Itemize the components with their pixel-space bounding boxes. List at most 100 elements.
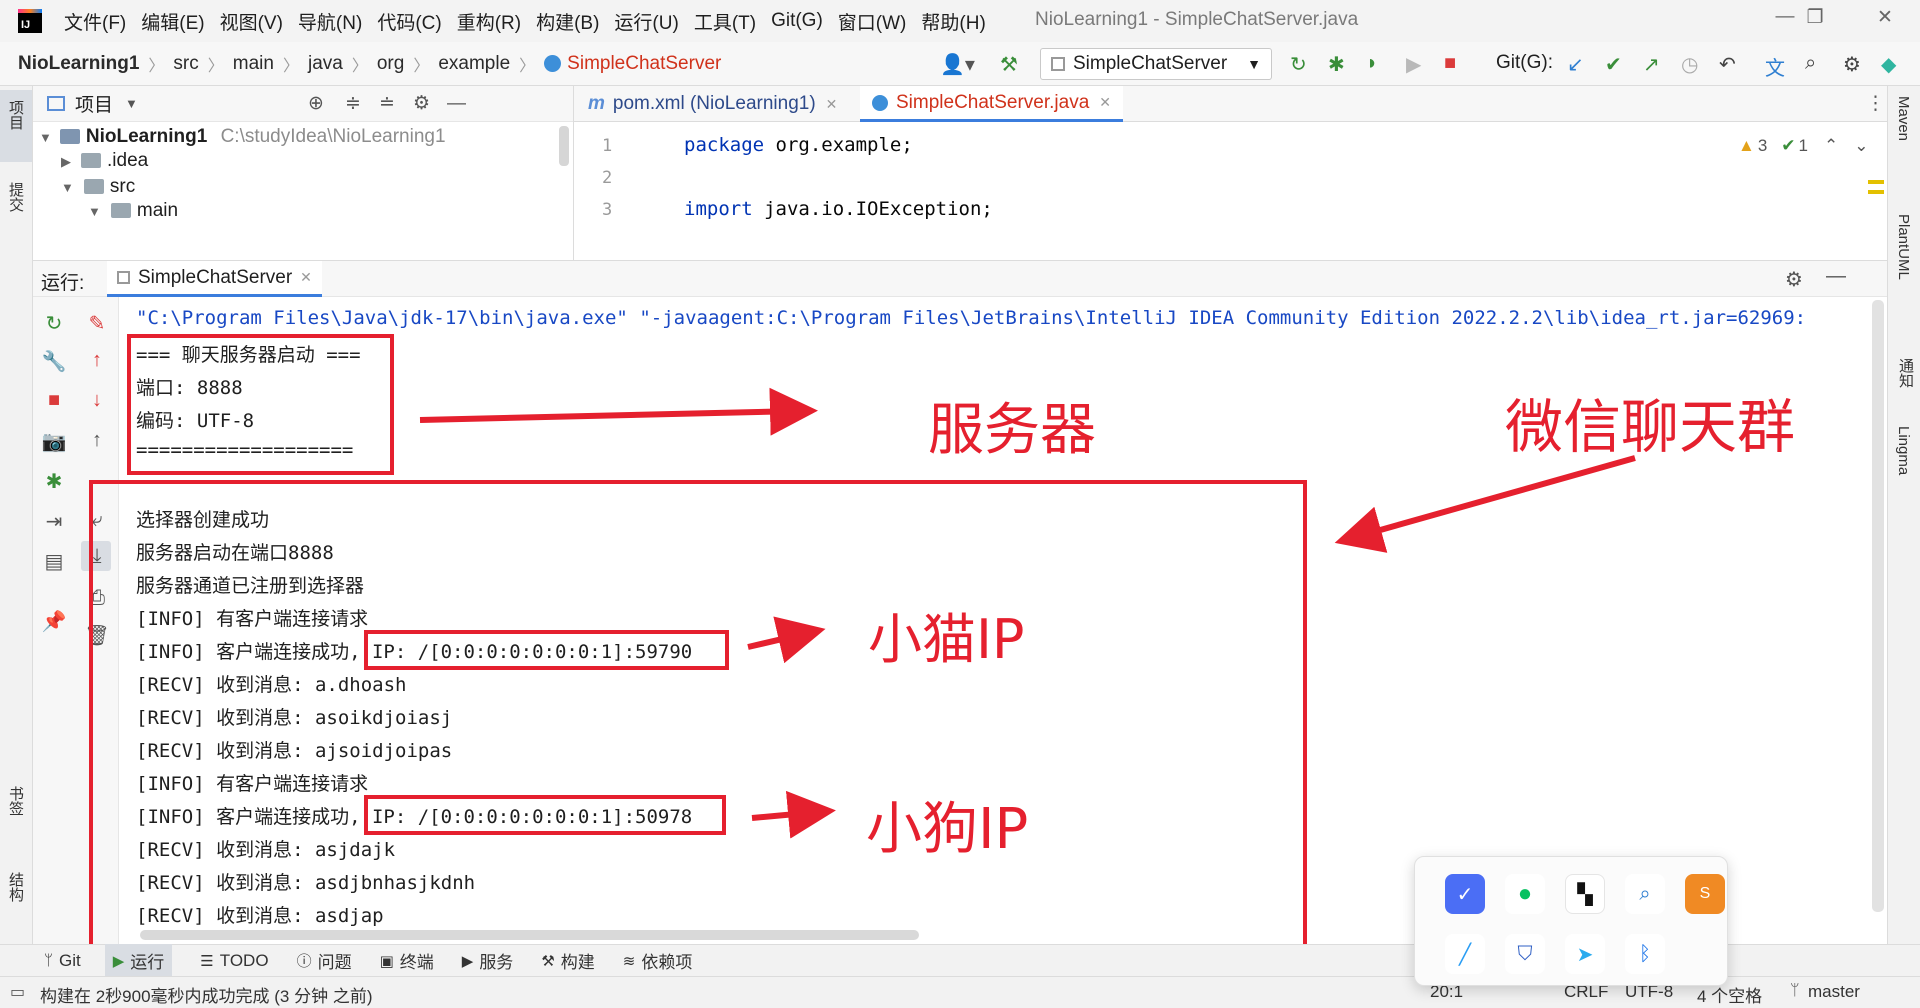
rerun-icon[interactable]: ↻ xyxy=(1290,52,1307,77)
tree-item-root[interactable]: ▼ NioLearning1 C:\studyIdea\NioLearning1 xyxy=(39,126,446,148)
debug-icon[interactable]: ✱ xyxy=(39,469,69,494)
sublime-icon[interactable]: S xyxy=(1685,874,1725,914)
breadcrumb-project[interactable]: NioLearning1 xyxy=(18,53,139,75)
wrench-icon[interactable]: 🔧 xyxy=(39,349,69,374)
menu-git[interactable]: Git(G) xyxy=(771,10,823,32)
close-icon[interactable]: ✕ xyxy=(1099,94,1111,111)
stop-icon[interactable]: ■ xyxy=(39,389,69,412)
git-push-icon[interactable]: ↗ xyxy=(1643,52,1660,77)
history-icon[interactable]: ◷ xyxy=(1681,52,1698,77)
menu-file[interactable]: 文件(F) xyxy=(64,8,126,35)
menu-run[interactable]: 运行(U) xyxy=(614,8,678,35)
arrow-down-icon[interactable]: ↓ xyxy=(82,389,112,412)
restore-icon[interactable]: ❐ xyxy=(1790,6,1840,36)
collapse-all-icon[interactable]: ≐ xyxy=(379,92,395,115)
git-update-icon[interactable]: ↙ xyxy=(1567,52,1584,77)
chevron-down-icon[interactable]: ⌄ xyxy=(1854,136,1868,156)
breadcrumb-main[interactable]: main xyxy=(233,53,274,75)
search-app-icon[interactable]: ⌕ xyxy=(1625,874,1665,914)
tab-terminal[interactable]: ▣ 终端 xyxy=(380,948,434,973)
inspection-widget[interactable]: ▲ 3 ✔ 1 ⌃ ⌄ xyxy=(1738,136,1869,156)
chevron-down-icon[interactable]: ▼ xyxy=(125,96,138,111)
telegram-icon[interactable]: ➤ xyxy=(1565,934,1605,974)
menu-view[interactable]: 视图(V) xyxy=(220,8,283,35)
todo-app-icon[interactable]: ✓ xyxy=(1445,874,1485,914)
chevron-up-icon[interactable]: ⌃ xyxy=(1824,136,1838,156)
run-config-selector[interactable]: SimpleChatServer ▼ xyxy=(1040,48,1272,80)
settings-gear-icon[interactable]: ⚙ xyxy=(413,92,430,115)
menu-code[interactable]: 代码(C) xyxy=(377,8,441,35)
run-icon[interactable]: ▶ xyxy=(1406,52,1421,77)
commit-tool-label[interactable]: 提交 xyxy=(5,182,26,212)
lingma-tool-label[interactable]: Lingma xyxy=(1895,426,1912,475)
camera-icon[interactable]: 📷 xyxy=(39,429,69,454)
hide-icon[interactable]: — xyxy=(447,93,466,115)
git-branch[interactable]: master xyxy=(1808,982,1860,1002)
stop-icon[interactable]: ■ xyxy=(1444,52,1456,75)
tab-dependencies[interactable]: ≋ 依赖项 xyxy=(623,948,693,973)
tab-simplechatserver[interactable]: SimpleChatServer.java ✕ xyxy=(860,86,1123,122)
tree-item-idea[interactable]: ▶ .idea xyxy=(61,150,148,172)
pen-app-icon[interactable]: ╱ xyxy=(1445,934,1485,974)
tree-item-src[interactable]: ▼ src xyxy=(61,176,135,198)
code-line-1[interactable]: package org.example; xyxy=(684,134,913,156)
structure-tool-label[interactable]: 结构 xyxy=(5,872,26,902)
plantuml-tool-label[interactable]: PlantUML xyxy=(1895,214,1912,280)
bookmarks-tool-label[interactable]: 书签 xyxy=(5,786,26,816)
rollback-icon[interactable]: ↶ xyxy=(1719,52,1736,77)
arrow-up-icon[interactable]: ↑ xyxy=(82,429,112,452)
hide-icon[interactable]: — xyxy=(1826,265,1846,288)
git-commit-icon[interactable]: ✔ xyxy=(1605,52,1622,77)
settings-gear-icon[interactable]: ⚙ xyxy=(1785,267,1803,292)
close-icon[interactable]: ✕ xyxy=(300,269,312,286)
more-options-icon[interactable]: ⋮ xyxy=(1866,92,1885,115)
menu-tools[interactable]: 工具(T) xyxy=(694,8,756,35)
console-scrollbar[interactable] xyxy=(1872,300,1884,912)
menu-refactor[interactable]: 重构(R) xyxy=(457,8,521,35)
search-icon[interactable]: ⌕ xyxy=(1805,52,1816,75)
code-line-3[interactable]: import java.io.IOException; xyxy=(684,198,993,220)
tab-services[interactable]: ▶ 服务 xyxy=(462,948,514,973)
project-scrollbar[interactable] xyxy=(559,126,569,166)
layout-icon[interactable]: ▤ xyxy=(39,549,69,574)
tab-run[interactable]: ▶ 运行 xyxy=(104,944,173,977)
menu-window[interactable]: 窗口(W) xyxy=(838,8,907,35)
tab-todo[interactable]: ☰ TODO xyxy=(200,951,268,971)
bluetooth-icon[interactable]: ᛒ xyxy=(1625,934,1665,974)
coverage-icon[interactable]: ◗ xyxy=(1366,52,1378,75)
app-grid-icon[interactable]: ▚ xyxy=(1565,874,1605,914)
tree-item-main[interactable]: ▼ main xyxy=(88,200,178,222)
tab-build[interactable]: ⚒ 构建 xyxy=(541,948,594,973)
exit-icon[interactable]: ⇥ xyxy=(39,509,69,534)
rerun-icon[interactable]: ↻ xyxy=(39,311,69,336)
plugin-icon[interactable]: ◆ xyxy=(1881,52,1896,77)
menu-build[interactable]: 构建(B) xyxy=(536,8,599,35)
tab-git[interactable]: ᛘ Git xyxy=(44,951,81,971)
wechat-icon[interactable]: ● xyxy=(1505,874,1545,914)
debug-icon[interactable]: ✱ xyxy=(1328,52,1345,77)
close-icon[interactable]: ✕ xyxy=(1860,6,1910,36)
translate-icon[interactable]: 文 xyxy=(1765,52,1785,81)
status-layout-icon[interactable]: ▭ xyxy=(10,982,25,1002)
project-panel-title[interactable]: 项目 xyxy=(75,90,113,117)
breadcrumb-example[interactable]: example xyxy=(438,53,510,75)
breadcrumb-src[interactable]: src xyxy=(173,53,198,75)
breadcrumb-java[interactable]: java xyxy=(308,53,343,75)
project-tool-label[interactable]: 项目 xyxy=(5,100,26,130)
menu-help[interactable]: 帮助(H) xyxy=(921,8,985,35)
warning-marker[interactable] xyxy=(1868,190,1884,194)
menu-edit[interactable]: 编辑(E) xyxy=(141,8,204,35)
maven-tool-label[interactable]: Maven xyxy=(1895,96,1912,141)
status-message[interactable]: 构建在 2秒900毫秒内成功完成 (3 分钟 之前) xyxy=(40,982,373,1007)
locate-icon[interactable]: ⊕ xyxy=(308,92,324,115)
breadcrumb-org[interactable]: org xyxy=(377,53,404,75)
user-icon[interactable]: 👤▾ xyxy=(940,52,975,77)
arrow-up-icon[interactable]: ↑ xyxy=(82,349,112,372)
tab-pom-xml[interactable]: m pom.xml (NioLearning1) ✕ xyxy=(588,86,837,122)
shield-icon[interactable]: ⛉ xyxy=(1505,934,1545,974)
menu-navigate[interactable]: 导航(N) xyxy=(298,8,362,35)
edit-config-icon[interactable]: ✎ xyxy=(82,311,112,336)
settings-gear-icon[interactable]: ⚙ xyxy=(1843,52,1861,77)
build-hammer-icon[interactable]: ⚒ xyxy=(1000,52,1018,77)
breadcrumb-class[interactable]: SimpleChatServer xyxy=(567,53,721,75)
